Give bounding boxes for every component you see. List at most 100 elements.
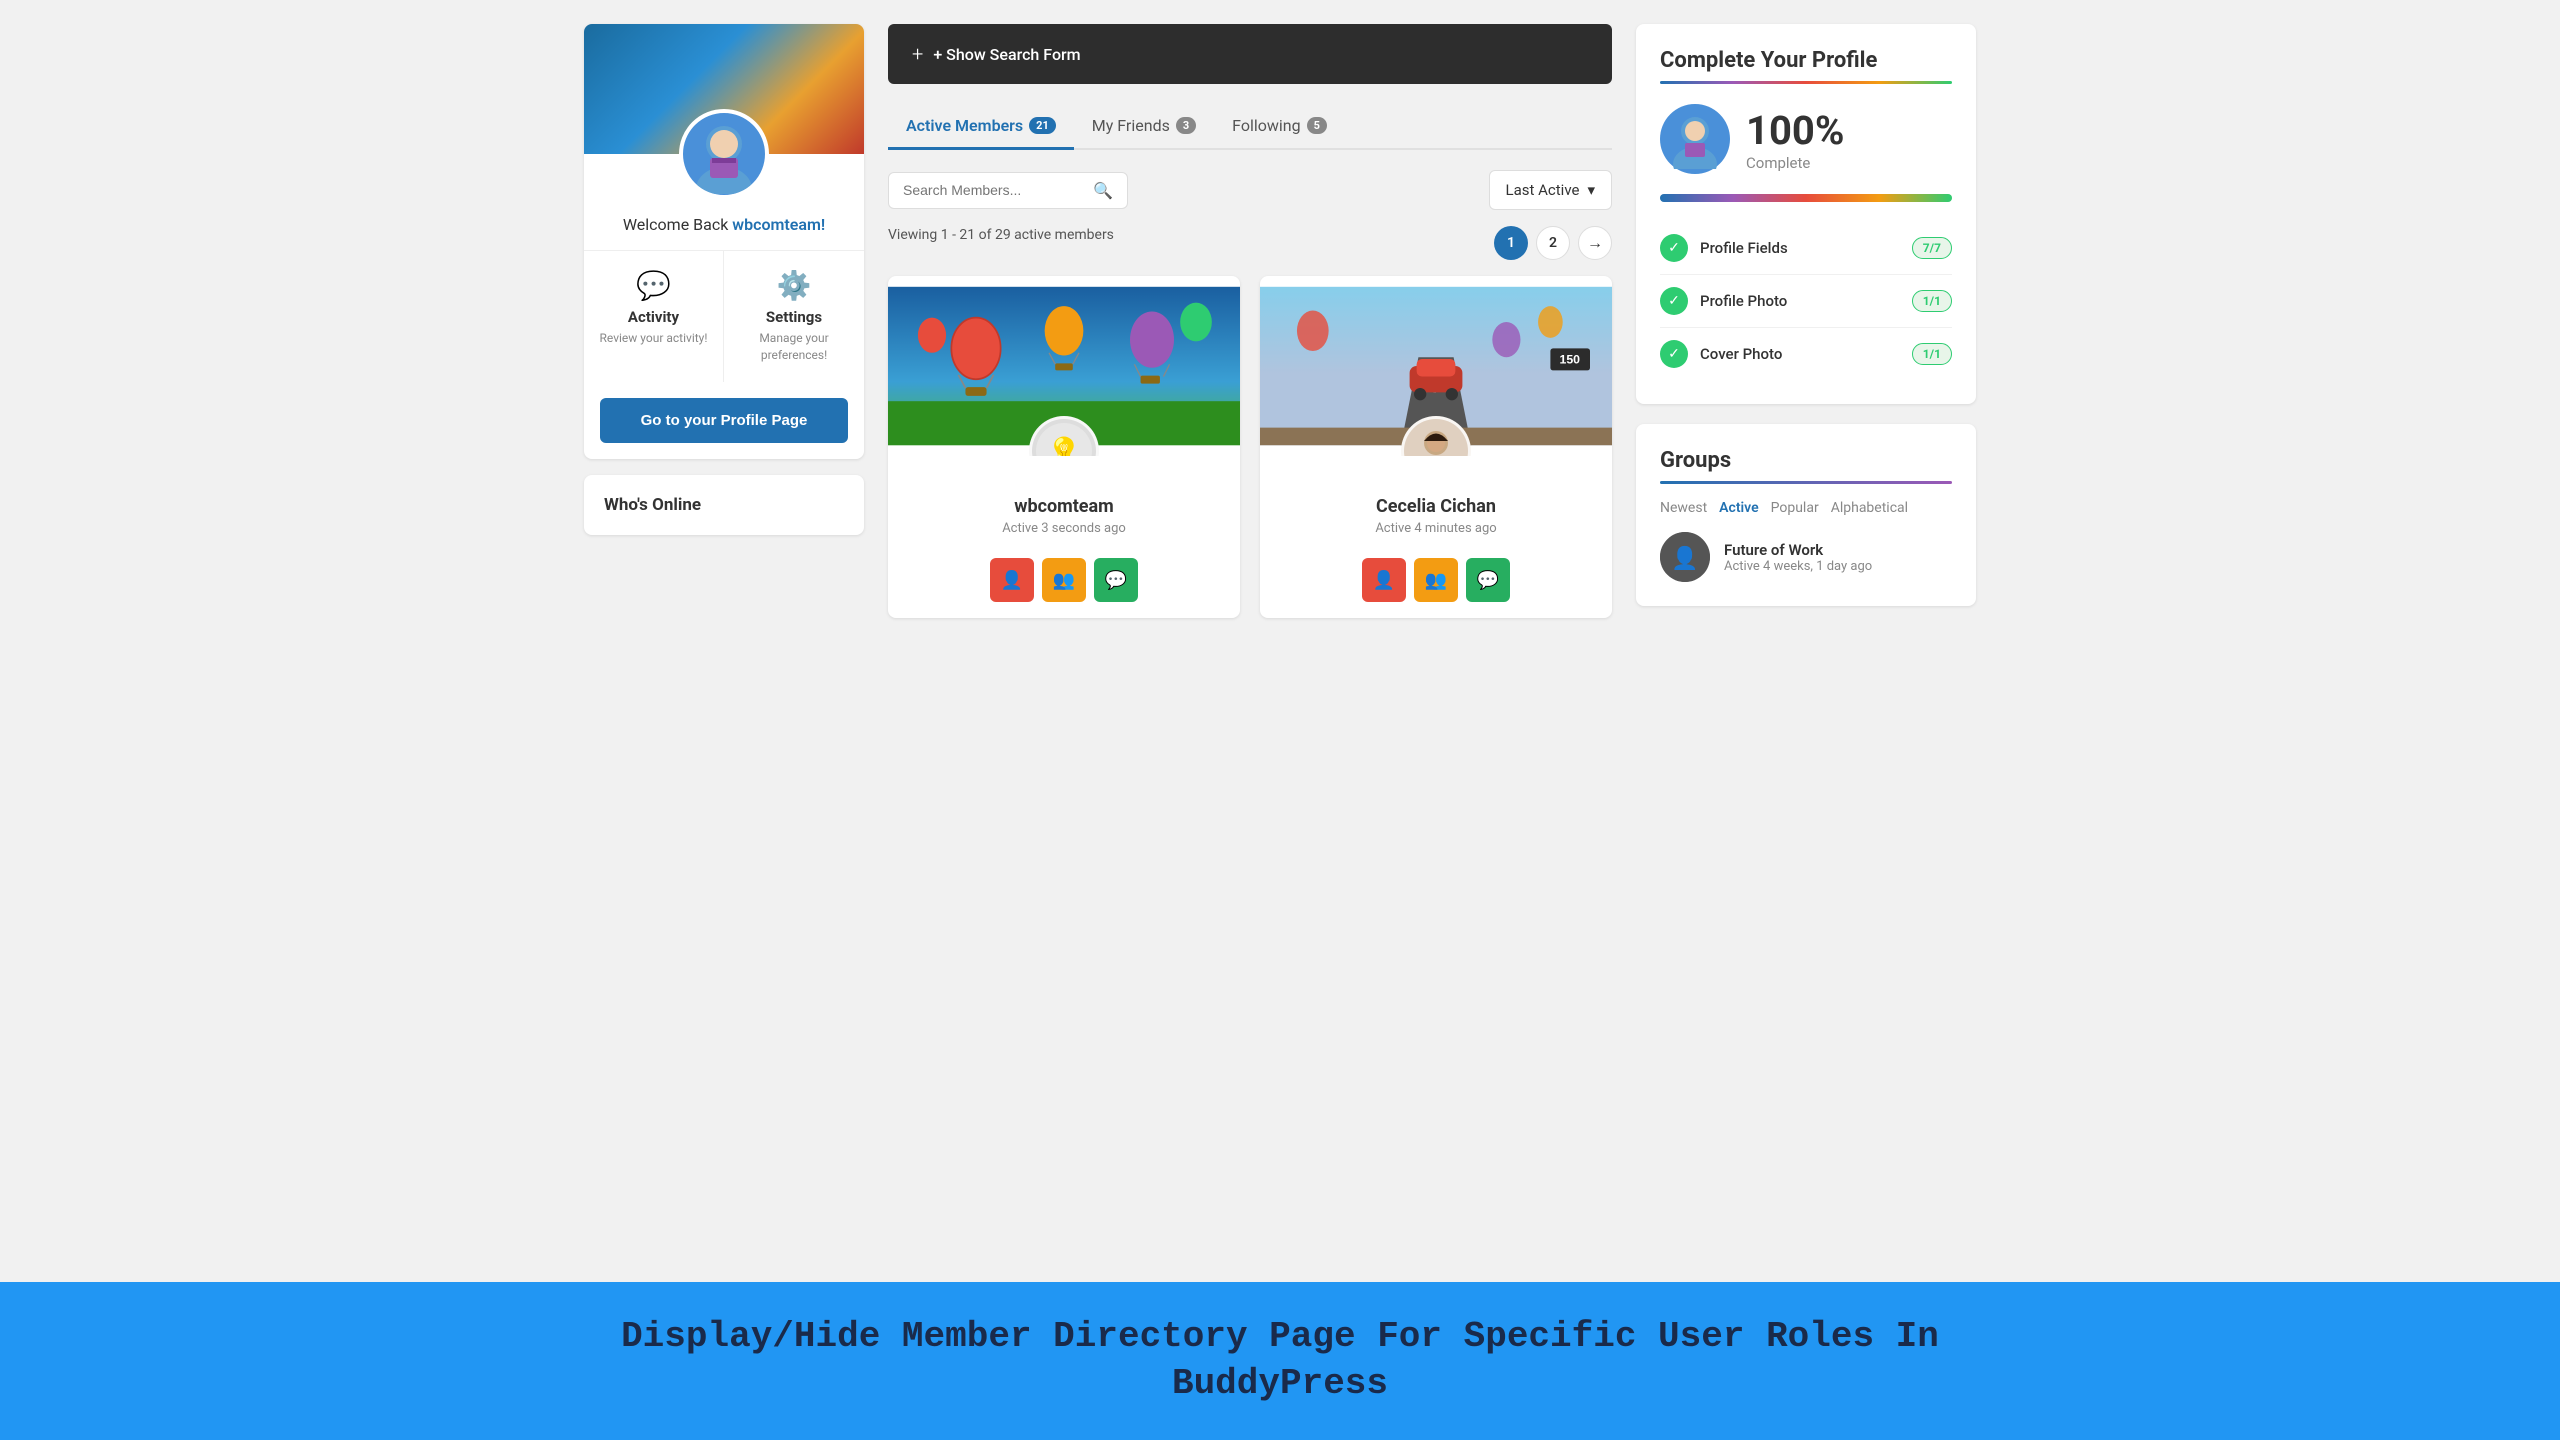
member-info-2: Cecelia Cichan Active 4 minutes ago: [1260, 456, 1612, 548]
check-icon-3: ✓: [1660, 340, 1688, 368]
avatar: [679, 109, 769, 199]
welcome-text: Welcome Back wbcomteam!: [600, 215, 848, 234]
whos-online-section: Who's Online: [584, 475, 864, 535]
settings-action[interactable]: ⚙️ Settings Manage your preferences!: [724, 251, 864, 382]
search-icon[interactable]: 🔍: [1093, 181, 1113, 200]
profile-photo-row: ✓ Profile Photo 1/1: [1660, 275, 1952, 328]
activity-action[interactable]: 💬 Activity Review your activity!: [584, 251, 724, 382]
sort-dropdown[interactable]: Last Active ▾: [1489, 170, 1612, 210]
group-info: Future of Work Active 4 weeks, 1 day ago: [1724, 541, 1872, 574]
complete-profile-card: Complete Your Profile 100% Complete: [1636, 24, 1976, 404]
tab-my-friends[interactable]: My Friends 3: [1074, 104, 1214, 150]
members-grid: 💡 wbcomteam Active 3 seconds ago 👤 👥: [888, 276, 1612, 618]
member-card: 💡 wbcomteam Active 3 seconds ago 👤 👥: [888, 276, 1240, 618]
complete-percent: 100%: [1746, 107, 1844, 154]
page-2-button[interactable]: 2: [1536, 226, 1570, 260]
show-search-form-bar[interactable]: + + Show Search Form: [888, 24, 1612, 84]
complete-profile-title: Complete Your Profile: [1660, 48, 1952, 73]
page-1-button[interactable]: 1: [1494, 226, 1528, 260]
activity-title: Activity: [628, 308, 679, 326]
group-filter-newest[interactable]: Newest: [1660, 500, 1707, 516]
whos-online-title: Who's Online: [604, 495, 844, 515]
member-profile-button-1[interactable]: 👤: [990, 558, 1034, 602]
member-info-1: wbcomteam Active 3 seconds ago: [888, 456, 1240, 548]
member-cover-2: 150: [1260, 276, 1612, 456]
member-name-2: Cecelia Cichan: [1276, 496, 1596, 517]
search-input[interactable]: [903, 182, 1085, 198]
member-name-1: wbcomteam: [904, 496, 1224, 517]
progress-bar: [1660, 194, 1952, 202]
plus-icon: +: [912, 42, 923, 66]
activity-desc: Review your activity!: [600, 330, 708, 347]
activity-icon: 💬: [636, 269, 671, 302]
complete-user-row: 100% Complete: [1660, 104, 1952, 174]
main-area: + + Show Search Form Active Members 21My…: [888, 24, 1612, 618]
search-input-wrap[interactable]: 🔍: [888, 172, 1128, 209]
groups-card: Groups Newest Active Popular Alphabetica…: [1636, 424, 1976, 606]
go-to-profile-button[interactable]: Go to your Profile Page: [600, 398, 848, 443]
member-active-1: Active 3 seconds ago: [904, 521, 1224, 536]
settings-desc: Manage your preferences!: [732, 330, 856, 364]
member-avatar-2: [1401, 416, 1471, 456]
field-name-1: Profile Fields: [1700, 239, 1788, 257]
main-content: Welcome Back wbcomteam! 💬 Activity Revie…: [560, 0, 2000, 642]
groups-divider: [1660, 481, 1952, 484]
field-left-1: ✓ Profile Fields: [1660, 234, 1788, 262]
member-cover-1: 💡: [888, 276, 1240, 456]
member-group-button-1[interactable]: 👥: [1042, 558, 1086, 602]
page-wrapper: Welcome Back wbcomteam! 💬 Activity Revie…: [0, 0, 2560, 1440]
left-sidebar: Welcome Back wbcomteam! 💬 Activity Revie…: [584, 24, 864, 618]
progress-fill: [1660, 194, 1952, 202]
profile-actions: 💬 Activity Review your activity! ⚙️ Sett…: [584, 250, 864, 382]
profile-info: Welcome Back wbcomteam!: [584, 199, 864, 234]
member-message-button-1[interactable]: 💬: [1094, 558, 1138, 602]
member-actions-1: 👤 👥 💬: [888, 548, 1240, 618]
cover-photo-row: ✓ Cover Photo 1/1: [1660, 328, 1952, 380]
viewing-info: Viewing 1 - 21 of 29 active members: [888, 227, 1114, 243]
member-group-button-2[interactable]: 👥: [1414, 558, 1458, 602]
complete-label: Complete: [1746, 154, 1844, 172]
group-filter-popular[interactable]: Popular: [1771, 500, 1819, 516]
group-avatar-img: 👤: [1660, 532, 1710, 582]
member-profile-button-2[interactable]: 👤: [1362, 558, 1406, 602]
tab-badge-0: 21: [1029, 117, 1056, 134]
pagination: 1 2 →: [1494, 226, 1612, 260]
group-info-active: Active 4 weeks, 1 day ago: [1724, 559, 1872, 574]
search-bar-label: + Show Search Form: [933, 45, 1080, 64]
tab-badge-1: 3: [1176, 117, 1196, 134]
tab-label-0: Active Members: [906, 116, 1023, 135]
complete-avatar: [1660, 104, 1730, 174]
complete-percent-wrap: 100% Complete: [1746, 107, 1844, 172]
member-avatar-wrap-2: [1401, 416, 1471, 456]
member-avatar-wrap-1: 💡: [1029, 416, 1099, 456]
settings-icon: ⚙️: [777, 269, 812, 302]
member-card-2: 150: [1260, 276, 1612, 618]
field-badge-3: 1/1: [1912, 343, 1952, 365]
field-left-2: ✓ Profile Photo: [1660, 287, 1787, 315]
member-avatar-1: 💡: [1029, 416, 1099, 456]
viewing-row: Viewing 1 - 21 of 29 active members 1 2 …: [888, 226, 1612, 260]
group-avatar: 👤: [1660, 532, 1710, 582]
profile-card: Welcome Back wbcomteam! 💬 Activity Revie…: [584, 24, 864, 459]
group-filter-active[interactable]: Active: [1719, 500, 1758, 516]
group-info-name: Future of Work: [1724, 541, 1872, 559]
next-page-button[interactable]: →: [1578, 226, 1612, 260]
check-icon-2: ✓: [1660, 287, 1688, 315]
settings-title: Settings: [766, 308, 822, 326]
field-left-3: ✓ Cover Photo: [1660, 340, 1782, 368]
tab-active-members[interactable]: Active Members 21: [888, 104, 1074, 150]
chevron-down-icon: ▾: [1587, 181, 1595, 199]
svg-text:💡: 💡: [1047, 435, 1082, 456]
member-message-button-2[interactable]: 💬: [1466, 558, 1510, 602]
complete-divider: [1660, 81, 1952, 84]
member-active-2: Active 4 minutes ago: [1276, 521, 1596, 536]
group-filter-alphabetical[interactable]: Alphabetical: [1831, 500, 1908, 516]
check-icon-1: ✓: [1660, 234, 1688, 262]
field-name-2: Profile Photo: [1700, 292, 1787, 310]
groups-filter-tabs: Newest Active Popular Alphabetical: [1660, 500, 1952, 516]
tab-label-2: Following: [1232, 116, 1300, 135]
members-controls: 🔍 Last Active ▾: [888, 170, 1612, 210]
username: wbcomteam!: [732, 215, 825, 234]
field-badge-1: 7/7: [1912, 237, 1952, 259]
tab-following[interactable]: Following 5: [1214, 104, 1345, 150]
